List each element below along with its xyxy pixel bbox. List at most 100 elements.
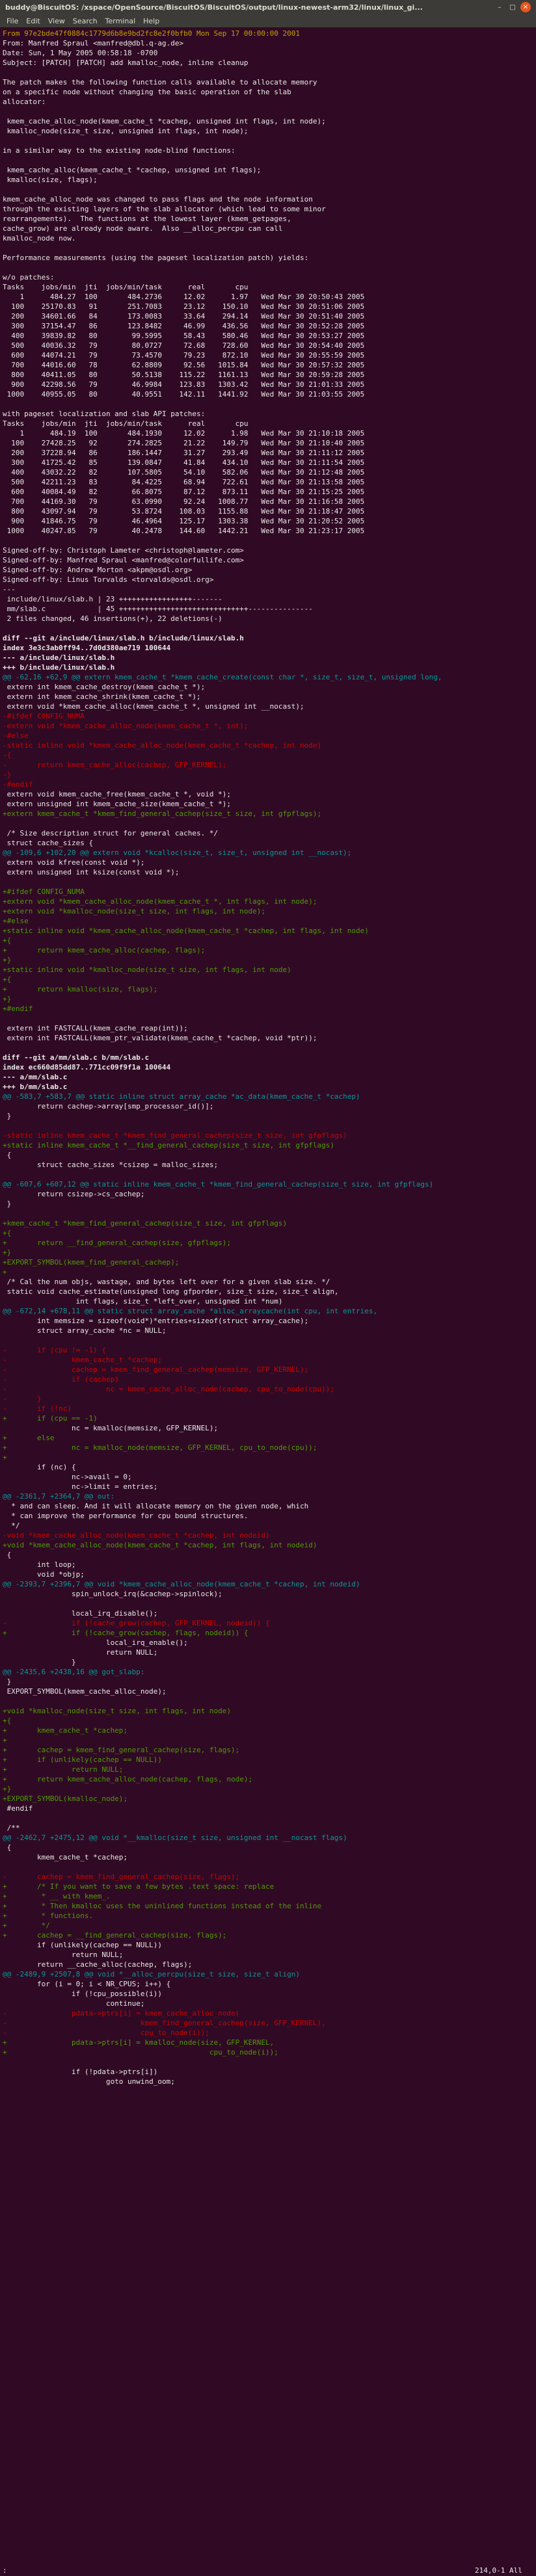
terminal-line: if (!pdata->ptrs[i]) [3,2068,158,2076]
terminal-line: + [3,1453,7,1462]
terminal-line: continue; [3,1999,145,2008]
terminal-line: @@ -2435,6 +2438,16 @@ got_slabp: [3,1668,145,1676]
terminal-line: int flags, size_t *left_over, unsigned i… [3,1297,283,1306]
terminal-line: @@ -2361,7 +2364,7 @@ out: [3,1492,115,1501]
terminal-line: w/o patches: [3,273,55,282]
terminal-line: through the existing layers of the slab … [3,205,326,213]
terminal-line: -void *kmem_cache_alloc_node(kmem_cache_… [3,1531,270,1540]
terminal-line: 300 37154.47 86 123.8482 46.99 436.56 We… [3,322,365,330]
terminal-line: + cpu_to_node(i)); [3,2048,278,2057]
terminal-line: -static inline kmem_cache_t *kmem_find_g… [3,1131,347,1140]
terminal-line: - kmem_find_general_cachep(size, GFP_KER… [3,2019,326,2027]
terminal-line: kmem_cache_t *cachep; [3,1853,128,1861]
terminal-line: nc = kmalloc(memsize, GFP_KERNEL); [3,1424,219,1432]
terminal-line: 2 files changed, 46 insertions(+), 22 de… [3,614,222,623]
menu-file[interactable]: File [3,17,22,25]
terminal-line: + return NULL; [3,1765,124,1774]
terminal-line: { [3,1551,12,1559]
terminal-line: @@ -2393,7 +2396,7 @@ void *kmem_cache_a… [3,1580,360,1588]
terminal-line: + /* If you want to save a few bytes .te… [3,1882,275,1891]
terminal-line: 1 484.19 100 484.1930 12.02 1.98 Wed Mar… [3,429,365,438]
terminal-line: 100 25170.83 91 251.7083 23.12 150.10 We… [3,302,365,311]
terminal-line: @@ -2489,9 +2507,8 @@ void *__alloc_perc… [3,1970,300,1978]
terminal-line: void *objp; [3,1570,85,1579]
terminal-line: @@ -109,6 +102,20 @@ extern void *kcallo… [3,848,352,857]
maximize-icon[interactable]: □ [507,2,518,12]
terminal-line: kmem_cache_alloc_node was changed to pas… [3,195,313,204]
terminal-line: + if (!cache_grow(cachep, flags, nodeid)… [3,1629,248,1637]
terminal-line: Signed-off-by: Linus Torvalds <torvalds@… [3,575,214,584]
terminal-line: +EXPORT_SYMBOL(kmem_find_general_cachep)… [3,1258,180,1267]
terminal-line: - pdata->ptrs[i] = kmem_cache_alloc_node… [3,2009,240,2017]
terminal-line: - kmem_cache_t *cachep; [3,1356,163,1364]
terminal-line: include/linux/slab.h | 23 ++++++++++++++… [3,595,222,603]
terminal-line: - cachep = kmem_find_general_cachep(mems… [3,1365,309,1374]
terminal-line: index ec660d85dd87..771cc09f9f1a 100644 [3,1063,171,1071]
menu-view[interactable]: View [44,17,69,25]
terminal-line: in a similar way to the existing node-bl… [3,146,235,155]
menu-help[interactable]: Help [139,17,163,25]
terminal-line: 600 44074.21 79 73.4570 79.23 872.10 Wed… [3,351,365,360]
terminal-line: + * Then kmalloc uses the uninlined func… [3,1902,322,1910]
terminal-line: + cachep = kmem_find_general_cachep(size… [3,1746,240,1754]
terminal-line: extern int FASTCALL(kmem_cache_reap(int)… [3,1024,188,1032]
close-icon[interactable]: ✕ [520,2,531,12]
terminal-line: kmalloc_node now. [3,234,76,243]
terminal-line: - if (cpu != -1) { [3,1346,106,1354]
terminal-line: goto unwind_oom; [3,2077,175,2086]
minimize-icon[interactable]: – [494,2,505,12]
terminal-line: + else [3,1434,55,1442]
terminal-line: 200 34601.66 84 173.0083 33.64 294.14 We… [3,312,365,321]
terminal-line: +EXPORT_SYMBOL(kmalloc_node); [3,1794,128,1803]
menu-search[interactable]: Search [69,17,101,25]
terminal-line: Signed-off-by: Andrew Morton <akpm@osdl.… [3,566,193,574]
terminal-line: -#else [3,731,29,740]
terminal-line: nc->limit = entries; [3,1482,158,1491]
terminal-line: +} [3,956,12,964]
terminal-line: + return __find_general_cachep(size, gfp… [3,1239,231,1247]
terminal-line: if (!cpu_possible(i)) [3,1990,163,1998]
terminal-line: if (nc) { [3,1463,76,1471]
terminal-line: +++ b/include/linux/slab.h [3,663,115,672]
terminal-line: - cachep = kmem_find_general_cachep(size… [3,1873,240,1881]
menu-terminal[interactable]: Terminal [101,17,140,25]
terminal-line: /* Cal the num objs, wastage, and bytes … [3,1278,330,1286]
window-titlebar: buddy@BiscuitOS: /xspace/OpenSource/Bisc… [0,0,536,14]
terminal-line: } [3,1658,76,1666]
terminal-line: static void cache_estimate(unsigned long… [3,1287,339,1296]
terminal-line: + * functions. [3,1912,94,1920]
terminal-line: +#endif [3,1005,33,1013]
terminal-line: #endif [3,1804,33,1813]
terminal-line: + cachep = __find_general_cachep(size, f… [3,1931,227,1939]
terminal-line: 600 40084.49 82 66.8075 87.12 873.11 Wed… [3,488,365,496]
terminal-line: 800 43097.94 79 53.8724 108.03 1155.88 W… [3,507,365,516]
terminal-content[interactable]: From 97e2bde47f0884c1779d6b8e9bd2fc8e2f0… [0,27,536,2566]
command-line: : [3,2566,7,2575]
terminal-line: extern unsigned int ksize(const void *); [3,868,180,876]
terminal-line: /** [3,1824,20,1832]
terminal-line: +static inline void *kmem_cache_alloc_no… [3,927,369,935]
terminal-line: @@ -2462,7 +2475,12 @@ void *__kmalloc(s… [3,1833,347,1842]
terminal-line: { [3,1843,12,1852]
terminal-line: on a specific node without changing the … [3,88,291,96]
terminal-line: -extern void *kmem_cache_alloc_node(kmem… [3,722,248,730]
terminal-line: 700 44016.60 78 62.8809 92.56 1015.84 We… [3,361,365,369]
menu-edit[interactable]: Edit [22,17,44,25]
terminal-line: 300 41725.42 85 139.0847 41.84 434.10 We… [3,458,365,467]
terminal-line: +{ [3,1229,12,1237]
terminal-line: int memsize = sizeof(void*)*entries+size… [3,1317,309,1325]
terminal-line: +{ [3,936,12,945]
terminal-line: 200 37228.94 86 186.1447 31.27 293.49 We… [3,449,365,457]
